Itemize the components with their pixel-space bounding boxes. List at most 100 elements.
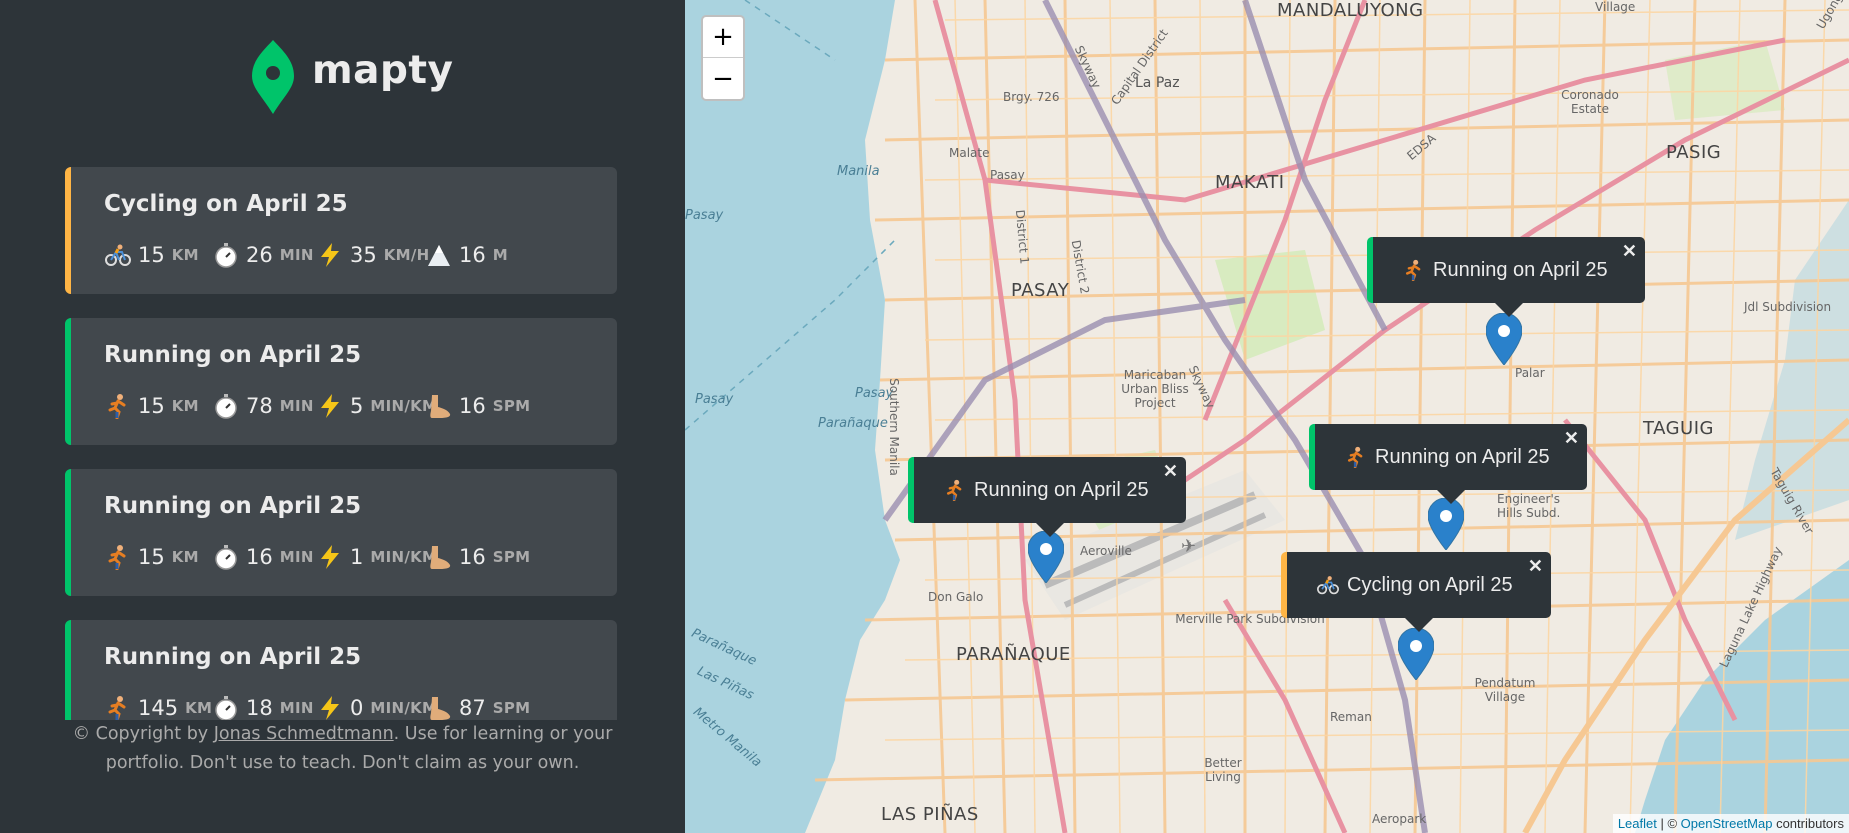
workout-title: Running on April 25	[104, 342, 362, 368]
map-marker-icon[interactable]	[1486, 313, 1522, 365]
workout-value: 15	[138, 545, 165, 569]
bicycle-icon	[1317, 574, 1339, 596]
workout-detail: 15 KM	[104, 542, 199, 572]
workout-detail: 16 SPM	[425, 542, 530, 572]
workout-unit: SPM	[492, 548, 531, 566]
workout-detail: 16 M	[425, 240, 508, 270]
workout-card-cycling[interactable]: Cycling on April 25 15 KM 26 MIN 35 KM/H 16 M	[65, 167, 617, 294]
map-label: Reman	[1330, 710, 1372, 724]
leaflet-link[interactable]: Leaflet	[1618, 816, 1657, 831]
map-label: LAS PIÑAS	[881, 804, 979, 825]
workout-list[interactable]: Cycling on April 25 15 KM 26 MIN 35 KM/H 16 M Run…	[65, 167, 617, 720]
workout-detail: 5 MIN/KM	[316, 391, 437, 421]
map-marker-icon[interactable]	[1028, 531, 1064, 583]
workout-value: 78	[246, 394, 273, 418]
workout-title: Running on April 25	[104, 493, 362, 519]
workout-value: 145	[138, 696, 179, 720]
attribution-suffix: contributors	[1772, 816, 1844, 831]
stopwatch-icon	[212, 241, 240, 269]
workout-value: 5	[350, 394, 364, 418]
workout-details: 145 KM 18 MIN 0 MIN/KM 87 SPM	[104, 693, 617, 720]
workout-unit: MIN	[279, 397, 314, 415]
map-marker-icon[interactable]	[1428, 498, 1464, 550]
workout-unit: MIN	[279, 246, 314, 264]
map-label: PASAY	[1011, 280, 1070, 301]
sidebar: mapty Cycling on April 25 15 KM 26 MIN 35 KM/H…	[0, 0, 685, 833]
map-label: Manila	[837, 164, 880, 179]
workout-card-running[interactable]: Running on April 25 15 KM 78 MIN 5 MIN/KM 16 SPM	[65, 318, 617, 445]
map-label: Brgy. 726	[1003, 90, 1060, 104]
stopwatch-icon	[212, 392, 240, 420]
workout-popup[interactable]: Running on April 25 ✕	[908, 457, 1186, 537]
map-label: Pendatum Village	[1474, 676, 1536, 704]
map-marker-icon[interactable]	[1398, 628, 1434, 680]
map[interactable]: MANDALUYONG MAKATI PASAY PASIG TAGUIG PA…	[685, 0, 1849, 833]
airport-icon: ✈	[1181, 536, 1197, 557]
workout-popup[interactable]: Running on April 25 ✕	[1367, 237, 1645, 317]
map-label: Palar	[1515, 366, 1545, 380]
workout-detail: 87 SPM	[425, 693, 530, 720]
close-icon[interactable]: ✕	[1163, 461, 1178, 482]
zoom-control: + −	[701, 15, 745, 101]
workout-card-running[interactable]: Running on April 25 145 KM 18 MIN 0 MIN/KM 87 SP…	[65, 620, 617, 720]
zoom-in-button[interactable]: +	[703, 17, 743, 58]
stopwatch-icon	[212, 694, 240, 720]
workout-detail: 18 MIN	[212, 693, 314, 720]
foot-icon	[425, 694, 453, 720]
workout-detail: 0 MIN/KM	[316, 693, 437, 720]
workout-title: Cycling on April 25	[104, 191, 348, 217]
workout-popup[interactable]: Cycling on April 25 ✕	[1281, 552, 1551, 632]
author-link[interactable]: Jonas Schmedtmann	[214, 724, 394, 744]
workout-title: Running on April 25	[104, 644, 362, 670]
foot-icon	[425, 392, 453, 420]
popup-tip	[1405, 618, 1433, 632]
workout-unit: SPM	[492, 397, 531, 415]
attribution-sep: | ©	[1656, 816, 1681, 831]
zoom-out-button[interactable]: −	[703, 58, 743, 99]
map-label: PASIG	[1666, 142, 1722, 163]
popup-text: Cycling on April 25	[1347, 573, 1513, 596]
workout-unit: MIN	[279, 548, 314, 566]
lightning-icon	[316, 543, 344, 571]
map-label: Malate	[949, 146, 990, 160]
workout-value: 35	[350, 243, 377, 267]
copyright-prefix: © Copyright by	[72, 724, 214, 744]
stopwatch-icon	[212, 543, 240, 571]
map-label: Pasay	[685, 208, 724, 223]
map-label: La Paz	[1135, 75, 1180, 91]
workout-value: 26	[246, 243, 273, 267]
workout-unit: M	[492, 246, 508, 264]
map-label: Aeropark	[1372, 812, 1427, 826]
popup-tip	[1437, 490, 1465, 504]
workout-detail: 1 MIN/KM	[316, 542, 437, 572]
osm-link[interactable]: OpenStreetMap	[1681, 816, 1773, 831]
workout-unit: KM	[171, 246, 199, 264]
lightning-icon	[316, 392, 344, 420]
workout-detail: 15 KM	[104, 240, 199, 270]
runner-icon	[104, 392, 132, 420]
close-icon[interactable]: ✕	[1528, 556, 1543, 577]
workout-unit: SPM	[492, 699, 531, 717]
workout-value: 15	[138, 394, 165, 418]
map-label: Village	[1595, 0, 1636, 14]
workout-unit: MIN	[279, 699, 314, 717]
map-label: PARAÑAQUE	[956, 644, 1071, 665]
map-label: Maricaban Urban Bliss Project	[1121, 368, 1189, 410]
workout-popup[interactable]: Running on April 25 ✕	[1309, 424, 1587, 504]
workout-detail: 26 MIN	[212, 240, 314, 270]
workout-detail: 35 KM/H	[316, 240, 430, 270]
runner-icon	[944, 479, 966, 501]
workout-detail: 16 SPM	[425, 391, 530, 421]
workout-details: 15 KM 78 MIN 5 MIN/KM 16 SPM	[104, 391, 617, 421]
popup-tip	[1495, 303, 1523, 317]
workout-detail: 145 KM	[104, 693, 212, 720]
copyright-suffix: . Use for learning or your	[393, 724, 613, 744]
workout-value: 18	[246, 696, 273, 720]
lightning-icon	[316, 241, 344, 269]
workout-details: 15 KM 26 MIN 35 KM/H 16 M	[104, 240, 617, 270]
close-icon[interactable]: ✕	[1564, 428, 1579, 449]
popup-text: Running on April 25	[1375, 445, 1550, 468]
close-icon[interactable]: ✕	[1622, 241, 1637, 262]
map-label: Coronado Estate	[1561, 88, 1619, 116]
workout-card-running[interactable]: Running on April 25 15 KM 16 MIN 1 MIN/KM 16 SPM	[65, 469, 617, 596]
